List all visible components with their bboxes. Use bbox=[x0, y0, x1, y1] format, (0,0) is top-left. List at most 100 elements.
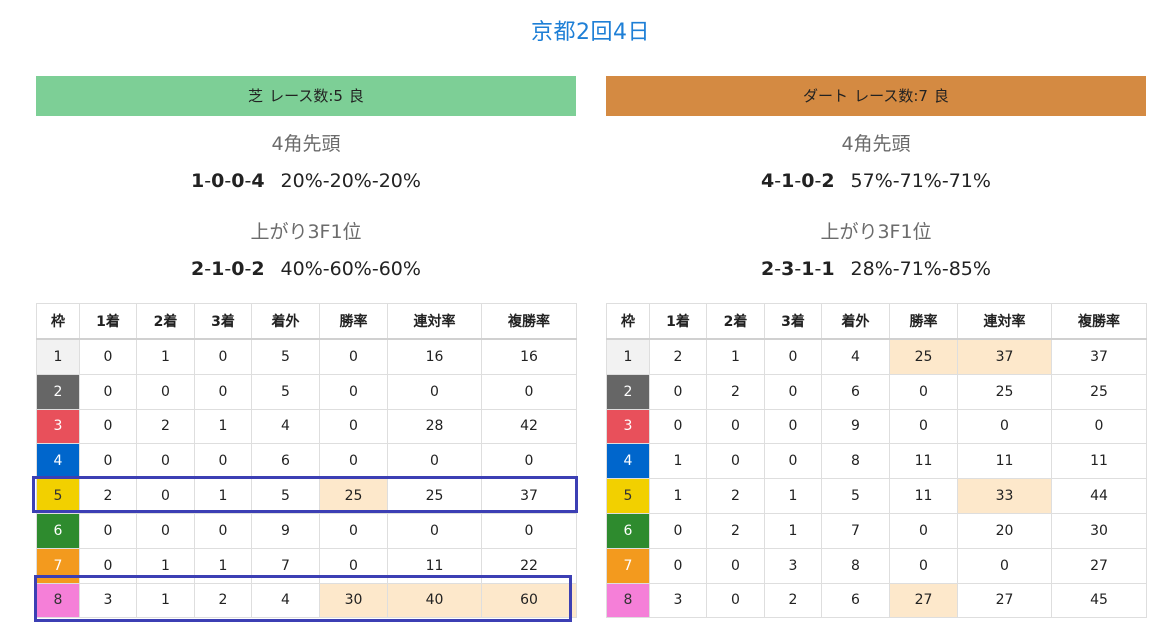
table-row: 60009000 bbox=[36, 512, 577, 549]
column-header: 3着 bbox=[764, 303, 822, 340]
table-cell: 30 bbox=[319, 582, 388, 619]
table-cell: 20 bbox=[957, 512, 1052, 549]
table-cell: 0 bbox=[194, 338, 252, 375]
table-cell: 0 bbox=[319, 547, 388, 584]
record-value: 1 bbox=[211, 258, 225, 280]
table-cell: 0 bbox=[889, 547, 958, 584]
record-value: 4 bbox=[251, 170, 265, 192]
table-cell: 27 bbox=[957, 582, 1052, 619]
last3f-percent: 28%-71%-85% bbox=[850, 258, 991, 280]
table-cell: 42 bbox=[481, 408, 577, 445]
frame-number: 5 bbox=[606, 478, 650, 514]
table-cell: 25 bbox=[387, 478, 482, 514]
table-cell: 0 bbox=[764, 408, 822, 445]
table-cell: 0 bbox=[319, 408, 388, 445]
table-cell: 37 bbox=[481, 478, 577, 514]
race-count: レース数:5 bbox=[269, 87, 343, 105]
column-header: 複勝率 bbox=[481, 303, 577, 340]
page-title: 京都2回4日 bbox=[531, 20, 650, 45]
frame-number: 7 bbox=[606, 547, 650, 584]
table-cell: 3 bbox=[79, 582, 137, 619]
table-cell: 1 bbox=[194, 408, 252, 445]
record-value: 0 bbox=[211, 170, 225, 192]
table-cell: 16 bbox=[387, 338, 482, 375]
table-cell: 25 bbox=[957, 373, 1052, 410]
table-cell: 0 bbox=[136, 512, 195, 549]
table-cell: 3 bbox=[649, 582, 707, 619]
table-cell: 0 bbox=[706, 443, 765, 480]
table-cell: 11 bbox=[1051, 443, 1147, 480]
table-cell: 6 bbox=[821, 582, 890, 619]
table-row: 5 2 0 1 5 25 25 37 bbox=[36, 478, 577, 514]
last3f-record: 2-1-0-2 bbox=[191, 258, 265, 280]
table-cell: 0 bbox=[136, 373, 195, 410]
table-cell: 8 bbox=[821, 547, 890, 584]
table-cell: 25 bbox=[889, 338, 958, 375]
column-header: 3着 bbox=[194, 303, 252, 340]
table-cell: 5 bbox=[251, 478, 320, 514]
table-cell: 1 bbox=[194, 547, 252, 584]
track-condition: 良 bbox=[933, 87, 949, 105]
table-cell: 0 bbox=[764, 443, 822, 480]
table-cell: 2 bbox=[79, 478, 137, 514]
table-header-row: 枠 1着 2着 3着 着外 勝率 連対率 複勝率 bbox=[36, 303, 577, 340]
lead-percent: 20%-20%-20% bbox=[280, 170, 421, 192]
table-cell: 25 bbox=[319, 478, 388, 514]
frame-number: 6 bbox=[606, 512, 650, 549]
table-cell: 45 bbox=[1051, 582, 1147, 619]
table-cell: 2 bbox=[194, 582, 252, 619]
frame-number: 8 bbox=[36, 582, 80, 619]
table-cell: 11 bbox=[957, 443, 1052, 480]
table-cell: 0 bbox=[481, 373, 577, 410]
record-value: 1 bbox=[821, 258, 835, 280]
turf-frame-table: 枠 1着 2着 3着 着外 勝率 連対率 複勝率 1 0 1 0 5 0 16 16 2 0 0 0 5 0 0 0 3 0 2 1… bbox=[36, 303, 577, 619]
race-count: レース数:7 bbox=[854, 87, 928, 105]
table-cell: 22 bbox=[481, 547, 577, 584]
table-cell: 33 bbox=[957, 478, 1052, 514]
frame-number: 1 bbox=[606, 338, 650, 375]
column-header: 2着 bbox=[136, 303, 195, 340]
table-cell: 1 bbox=[649, 478, 707, 514]
table-cell: 2 bbox=[764, 582, 822, 619]
table-cell: 7 bbox=[821, 512, 890, 549]
table-cell: 37 bbox=[1051, 338, 1147, 375]
table-cell: 0 bbox=[387, 512, 482, 549]
table-cell: 1 bbox=[136, 582, 195, 619]
column-header: 1着 bbox=[79, 303, 137, 340]
table-cell: 2 bbox=[136, 408, 195, 445]
table-cell: 11 bbox=[889, 478, 958, 514]
table-cell: 60 bbox=[481, 582, 577, 619]
table-cell: 0 bbox=[957, 547, 1052, 584]
column-header: 1着 bbox=[649, 303, 707, 340]
lead-stats: 1-0-0-4 20%-20%-20% bbox=[36, 168, 576, 194]
frame-number: 2 bbox=[606, 373, 650, 410]
lead-label: 4角先頭 bbox=[841, 133, 911, 155]
table-row: 1 0 1 0 5 0 16 16 bbox=[36, 338, 577, 375]
table-header-row: 枠 1着 2着 3着 着外 勝率 連対率 複勝率 bbox=[606, 303, 1147, 340]
column-header: 着外 bbox=[251, 303, 320, 340]
table-cell: 2 bbox=[706, 373, 765, 410]
table-cell: 0 bbox=[649, 547, 707, 584]
table-cell: 0 bbox=[194, 512, 252, 549]
table-cell: 2 bbox=[706, 478, 765, 514]
last3f-percent: 40%-60%-60% bbox=[280, 258, 421, 280]
record-value: 0 bbox=[801, 170, 815, 192]
table-cell: 0 bbox=[194, 443, 252, 480]
table-cell: 0 bbox=[319, 338, 388, 375]
table-cell: 2 bbox=[649, 338, 707, 375]
table-cell: 6 bbox=[251, 443, 320, 480]
table-cell: 0 bbox=[889, 373, 958, 410]
table-row: 30009000 bbox=[606, 408, 1147, 445]
frame-number: 4 bbox=[606, 443, 650, 480]
column-header: 枠 bbox=[606, 303, 650, 340]
record-value: 2 bbox=[251, 258, 265, 280]
frame-number: 4 bbox=[36, 443, 80, 480]
table-row: 40006000 bbox=[36, 443, 577, 480]
table-cell: 1 bbox=[194, 478, 252, 514]
record-value: 1 bbox=[801, 258, 815, 280]
record-value: 4 bbox=[761, 170, 775, 192]
frame-number: 2 bbox=[36, 373, 80, 410]
table-cell: 9 bbox=[821, 408, 890, 445]
table-row: 20005000 bbox=[36, 373, 577, 410]
lead-stats: 4-1-0-2 57%-71%-71% bbox=[606, 168, 1146, 194]
